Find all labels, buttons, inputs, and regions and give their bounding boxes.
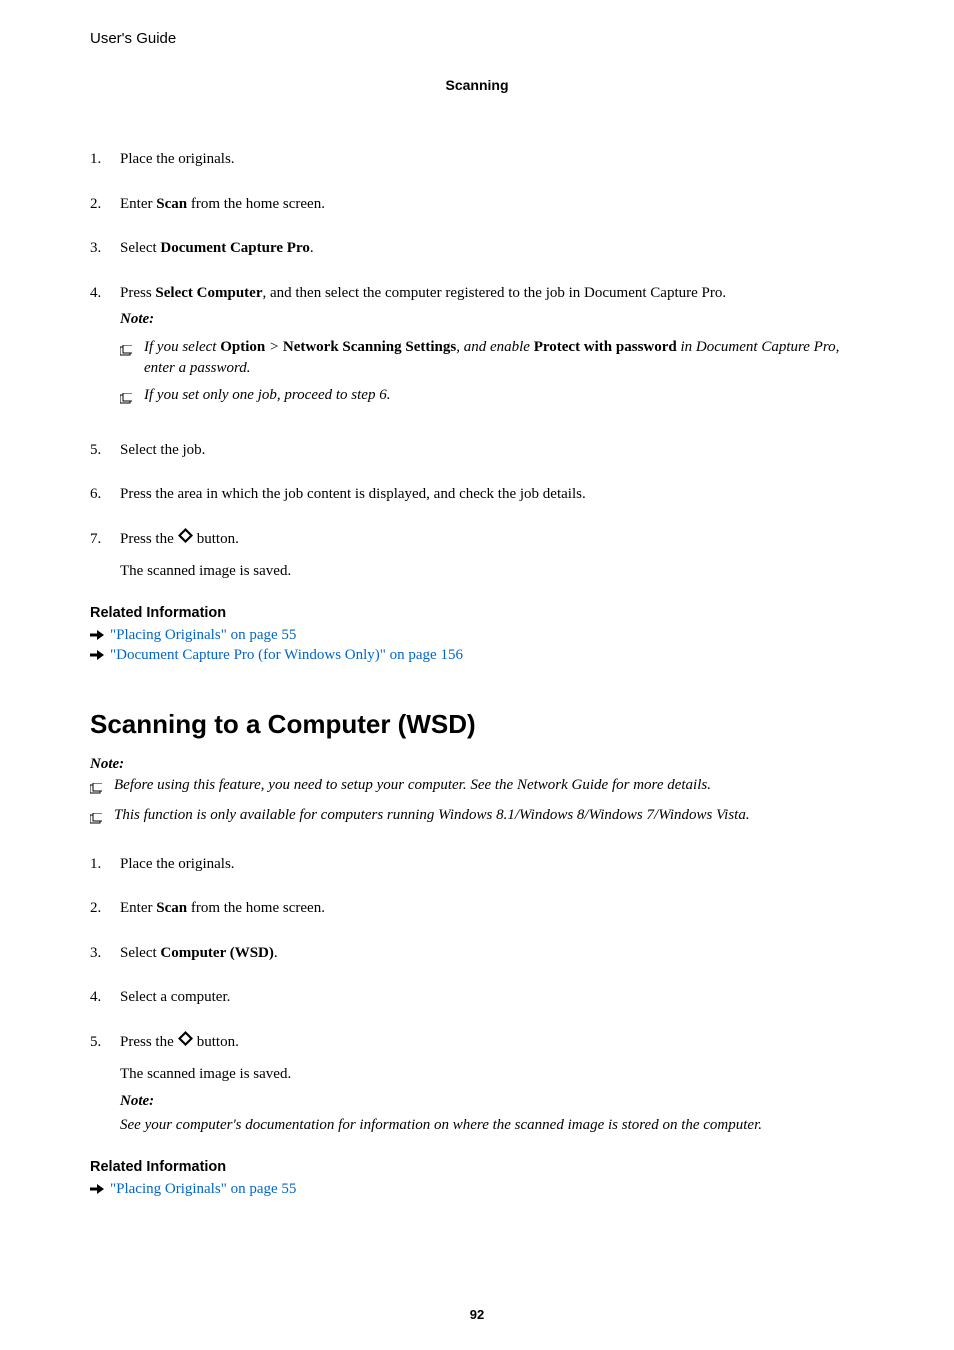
text: Select bbox=[120, 240, 160, 256]
related-link-item: "Document Capture Pro (for Windows Only)… bbox=[90, 647, 864, 664]
heading-wsd: Scanning to a Computer (WSD) bbox=[90, 709, 864, 740]
step-body: Select Computer (WSD). bbox=[120, 942, 864, 965]
related-link[interactable]: "Document Capture Pro (for Windows Only)… bbox=[110, 647, 463, 664]
text: Select bbox=[120, 945, 160, 961]
text: . bbox=[310, 240, 314, 256]
related-link-item: "Placing Originals" on page 55 bbox=[90, 1181, 864, 1198]
text: button. bbox=[197, 528, 239, 551]
step-7: 7. Press the button. The scanned image i… bbox=[90, 528, 864, 583]
related-link-item: "Placing Originals" on page 55 bbox=[90, 627, 864, 644]
wsd-step-2: 2. Enter Scan from the home screen. bbox=[90, 897, 864, 920]
related-information-heading: Related Information bbox=[90, 605, 864, 621]
step-body: Select the job. bbox=[120, 439, 864, 462]
step-1: 1. Place the originals. bbox=[90, 148, 864, 171]
note-text: Before using this feature, you need to s… bbox=[114, 775, 864, 801]
text: , and then select the computer registere… bbox=[262, 285, 726, 301]
text: . bbox=[274, 945, 278, 961]
step-5: 5. Select the job. bbox=[90, 439, 864, 462]
step-4: 4. Press Select Computer, and then selec… bbox=[90, 282, 864, 417]
text: Press the bbox=[120, 1031, 174, 1054]
result-text: The scanned image is saved. bbox=[120, 560, 864, 583]
step-body: Press Select Computer, and then select t… bbox=[120, 282, 864, 417]
step-number: 4. bbox=[90, 282, 120, 417]
note-subitem: If you select Option > Network Scanning … bbox=[120, 337, 864, 379]
step-body: Press the area in which the job content … bbox=[120, 483, 864, 506]
step-number: 5. bbox=[90, 1031, 120, 1137]
step-body: Enter Scan from the home screen. bbox=[120, 193, 864, 216]
arrow-right-icon bbox=[90, 1183, 110, 1195]
note-text: If you select Option > Network Scanning … bbox=[144, 337, 864, 379]
step-body: Enter Scan from the home screen. bbox=[120, 897, 864, 920]
wsd-step-5: 5. Press the button. The scanned image i… bbox=[90, 1031, 864, 1137]
bold-text: Scan bbox=[156, 900, 187, 916]
step-body: Press the button. The scanned image is s… bbox=[120, 528, 864, 583]
text: from the home screen. bbox=[187, 900, 325, 916]
page-number: 92 bbox=[0, 1307, 954, 1322]
box-bullet-icon bbox=[120, 385, 144, 411]
step-body: Place the originals. bbox=[120, 853, 864, 876]
wsd-step-3: 3. Select Computer (WSD). bbox=[90, 942, 864, 965]
text: Enter bbox=[120, 900, 156, 916]
note-label: Note: bbox=[120, 1090, 864, 1113]
note-subitem: If you set only one job, proceed to step… bbox=[120, 385, 864, 411]
bold-text: Computer (WSD) bbox=[160, 945, 273, 961]
text: Press the bbox=[120, 528, 174, 551]
text: Press bbox=[120, 285, 155, 301]
box-bullet-icon bbox=[90, 775, 114, 801]
step-number: 7. bbox=[90, 528, 120, 583]
step-number: 6. bbox=[90, 483, 120, 506]
step-6: 6. Press the area in which the job conte… bbox=[90, 483, 864, 506]
note-text: If you set only one job, proceed to step… bbox=[144, 385, 864, 411]
text: button. bbox=[197, 1031, 239, 1054]
note-label: Note: bbox=[120, 308, 864, 331]
note-subitem: Before using this feature, you need to s… bbox=[90, 775, 864, 801]
step-number: 2. bbox=[90, 193, 120, 216]
diamond-icon bbox=[178, 1031, 193, 1054]
header-title: User's Guide bbox=[90, 30, 864, 47]
box-bullet-icon bbox=[90, 805, 114, 831]
diamond-icon bbox=[178, 528, 193, 551]
section-title: Scanning bbox=[90, 77, 864, 93]
box-bullet-icon bbox=[120, 337, 144, 379]
bold-text: Scan bbox=[156, 196, 187, 212]
wsd-step-4: 4. Select a computer. bbox=[90, 986, 864, 1009]
step-number: 1. bbox=[90, 148, 120, 171]
step-body: Select Document Capture Pro. bbox=[120, 237, 864, 260]
text: Enter bbox=[120, 196, 156, 212]
bold-text: Document Capture Pro bbox=[160, 240, 309, 256]
result-text: The scanned image is saved. bbox=[120, 1063, 864, 1086]
note-label: Note: bbox=[90, 756, 864, 773]
arrow-right-icon bbox=[90, 629, 110, 641]
step-number: 3. bbox=[90, 942, 120, 965]
step-3: 3. Select Document Capture Pro. bbox=[90, 237, 864, 260]
step-2: 2. Enter Scan from the home screen. bbox=[90, 193, 864, 216]
step-body: Place the originals. bbox=[120, 148, 864, 171]
step-number: 2. bbox=[90, 897, 120, 920]
step-body: Select a computer. bbox=[120, 986, 864, 1009]
text: from the home screen. bbox=[187, 196, 325, 212]
related-link[interactable]: "Placing Originals" on page 55 bbox=[110, 627, 296, 644]
related-information-heading: Related Information bbox=[90, 1159, 864, 1175]
related-link[interactable]: "Placing Originals" on page 55 bbox=[110, 1181, 296, 1198]
step-number: 3. bbox=[90, 237, 120, 260]
note-text: See your computer's documentation for in… bbox=[120, 1114, 864, 1137]
wsd-step-1: 1. Place the originals. bbox=[90, 853, 864, 876]
step-number: 5. bbox=[90, 439, 120, 462]
note-text: This function is only available for comp… bbox=[114, 805, 864, 831]
step-number: 4. bbox=[90, 986, 120, 1009]
arrow-right-icon bbox=[90, 649, 110, 661]
bold-text: Select Computer bbox=[155, 285, 262, 301]
note-subitem: This function is only available for comp… bbox=[90, 805, 864, 831]
step-body: Press the button. The scanned image is s… bbox=[120, 1031, 864, 1137]
step-number: 1. bbox=[90, 853, 120, 876]
